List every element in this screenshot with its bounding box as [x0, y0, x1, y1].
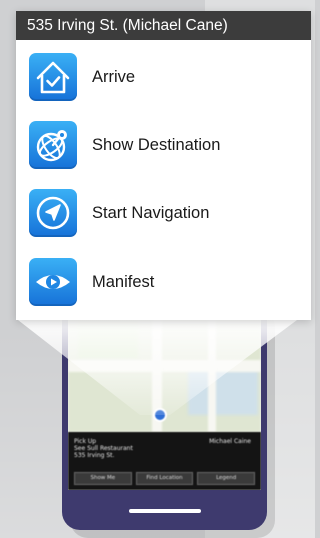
trip-address: 535 Irving St. — [74, 452, 115, 459]
eye-icon — [29, 258, 77, 306]
show-destination-label: Show Destination — [92, 136, 221, 154]
manifest-label: Manifest — [92, 273, 155, 291]
trip-info-bar: Pick Up See Sull Restaurant 535 Irving S… — [68, 432, 261, 490]
arrive-label: Arrive — [92, 68, 136, 86]
trip-button-row: Show Me Find Location Legend — [74, 472, 256, 485]
map-road — [68, 360, 261, 372]
phone-device: Pick Up See Sull Restaurant 535 Irving S… — [62, 300, 267, 530]
trip-customer: Michael Caine — [209, 438, 251, 445]
manifest-action[interactable]: Manifest — [16, 252, 311, 312]
home-indicator[interactable] — [129, 509, 201, 513]
trip-place: See Sull Restaurant — [74, 445, 133, 452]
trip-type: Pick Up — [74, 438, 97, 445]
map-road — [208, 320, 216, 432]
house-check-icon — [29, 53, 77, 101]
map-water-area — [188, 370, 258, 415]
action-popup: 535 Irving St. (Michael Cane) Arrive Sho… — [16, 11, 311, 320]
map-location-marker[interactable] — [153, 408, 167, 422]
show-destination-action[interactable]: Show Destination — [16, 115, 311, 175]
navigation-arrow-icon — [29, 189, 77, 237]
arrive-action[interactable]: Arrive — [16, 47, 311, 107]
show-me-button[interactable]: Show Me — [74, 472, 132, 485]
globe-pin-icon — [29, 121, 77, 169]
start-navigation-label: Start Navigation — [92, 204, 210, 222]
start-navigation-action[interactable]: Start Navigation — [16, 183, 311, 243]
phone-screen: Pick Up See Sull Restaurant 535 Irving S… — [68, 300, 261, 490]
trip-info-left: Pick Up See Sull Restaurant 535 Irving S… — [74, 438, 133, 459]
legend-button[interactable]: Legend — [197, 472, 256, 485]
popup-title: 535 Irving St. (Michael Cane) — [16, 11, 311, 40]
find-location-button[interactable]: Find Location — [135, 472, 194, 485]
